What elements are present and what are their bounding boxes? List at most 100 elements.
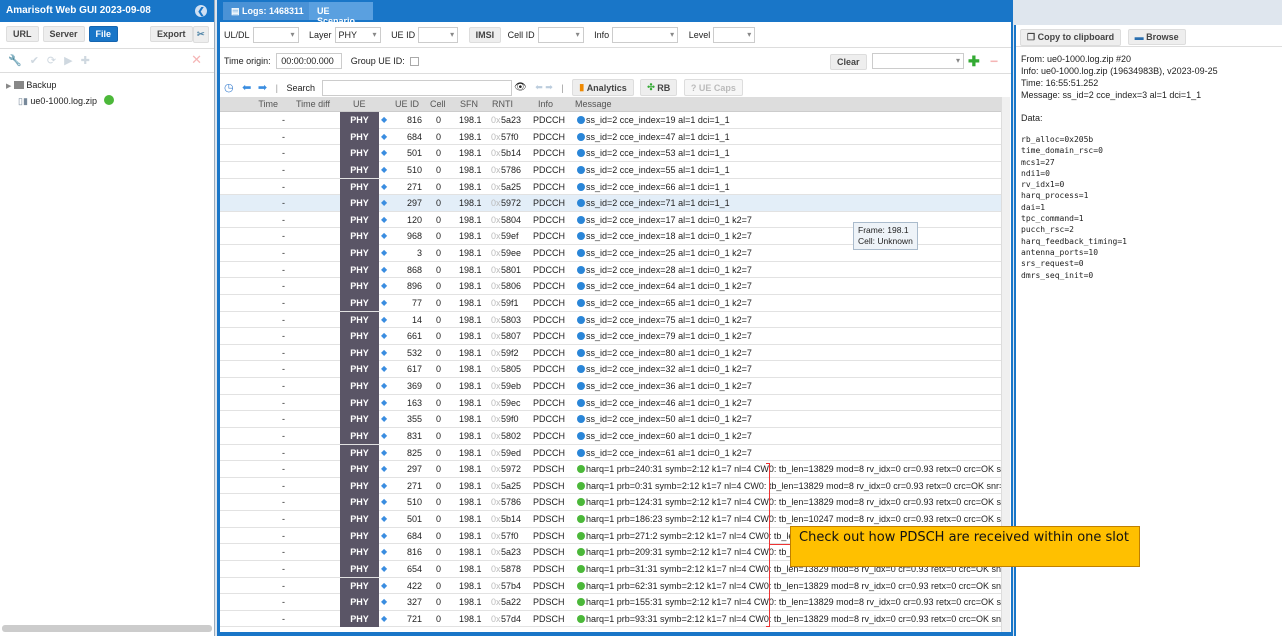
- cellid-select[interactable]: [537, 27, 584, 43]
- cell-cell: 0: [436, 480, 442, 491]
- play-icon[interactable]: ▶: [64, 55, 80, 67]
- collapse-icon[interactable]: ❮: [195, 5, 207, 17]
- tab-ue-scenario[interactable]: UE Scenario: [309, 2, 373, 26]
- col-ue[interactable]: UE: [353, 99, 366, 109]
- copy-icon: ❐: [1027, 32, 1036, 42]
- col-time[interactable]: Time: [258, 99, 278, 109]
- tab-logs[interactable]: ▤ Logs: 1468311: [223, 2, 318, 20]
- table-row[interactable]: - PHY 510 0 198.1 0x 5786 PDCCH ◆ ss_id=2 cce_ind…: [220, 161, 1002, 179]
- arrow-right-icon[interactable]: ➡: [258, 81, 267, 94]
- delete-icon[interactable]: ✕: [191, 52, 210, 68]
- col-cell[interactable]: Cell: [430, 99, 446, 109]
- message-text: ss_id=2 cce_index=75 al=1 dci=0_1 k2=7: [586, 314, 752, 325]
- browse-button[interactable]: ▬ Browse: [1127, 29, 1186, 45]
- data-field: harq_feedback_timing=1: [1021, 236, 1127, 246]
- url-button[interactable]: URL: [6, 26, 39, 42]
- time-origin-input[interactable]: 00:00:00.000: [276, 53, 343, 69]
- table-row[interactable]: - PHY 501 0 198.1 0x 5b14 PDCCH ◆ ss_id=2 cce_ind…: [220, 145, 1002, 162]
- info-cell: PDSCH: [533, 597, 565, 608]
- ue-id-cell: 297: [406, 464, 422, 475]
- col-time-diff[interactable]: Time diff: [296, 99, 330, 109]
- col-info[interactable]: Info: [538, 99, 553, 109]
- table-row[interactable]: - PHY 896 0 198.1 0x 5806 PDCCH ◆ ss_id=2 cce_ind…: [220, 278, 1002, 295]
- file-button[interactable]: File: [88, 26, 119, 42]
- info-cell: PDCCH: [533, 397, 566, 408]
- check-icon[interactable]: ✔: [30, 55, 47, 67]
- table-row[interactable]: - PHY 14 0 198.1 0x 5803 PDCCH ◆ ss_id=2 cce_inde…: [220, 311, 1002, 329]
- table-row[interactable]: - PHY 297 0 198.1 0x 5972 PDCCH ◆ ss_id=2 cce_ind…: [220, 195, 1002, 212]
- table-row[interactable]: - PHY 327 0 198.1 0x 5a22 PDSCH ◆ harq=1 prb=155:…: [220, 594, 1002, 611]
- table-row[interactable]: - PHY 825 0 198.1 0x 59ed PDCCH ◆ ss_id=2 cce_ind…: [220, 444, 1002, 462]
- next-match-icon[interactable]: ➡: [545, 82, 553, 93]
- table-row[interactable]: - PHY 721 0 198.1 0x 57d4 PDSCH ◆ harq=1 prb=93:3…: [220, 610, 1002, 628]
- table-row[interactable]: - PHY 163 0 198.1 0x 59ec PDCCH ◆ ss_id=2 cce_ind…: [220, 394, 1002, 412]
- wrench-icon[interactable]: 🔧: [8, 55, 30, 67]
- table-row[interactable]: - PHY 831 0 198.1 0x 5802 PDCCH ◆ ss_id=2 cce_ind…: [220, 427, 1002, 445]
- table-row[interactable]: - PHY 271 0 198.1 0x 5a25 PDSCH ◆ harq=1 prb=0:31…: [220, 477, 1002, 495]
- copy-to-clipboard-button[interactable]: ❐ Copy to clipboard: [1020, 29, 1122, 46]
- ue-id-cell: 501: [406, 148, 422, 159]
- analytics-button[interactable]: ▮ Analytics: [572, 79, 634, 97]
- rb-button[interactable]: ✣ RB: [640, 79, 678, 97]
- search-input[interactable]: [321, 79, 512, 96]
- uldl-select[interactable]: [252, 27, 299, 43]
- sfn-cell: 198.1: [459, 430, 482, 441]
- message-cell: harq=1 prb=62:31 symb=2:12 k1=7 nl=4 CW0…: [577, 578, 1001, 594]
- table-row[interactable]: - PHY 532 0 198.1 0x 59f2 PDCCH ◆ ss_id=2 cce_ind…: [220, 344, 1002, 362]
- settings-icon[interactable]: ✂: [193, 26, 209, 43]
- layer-select[interactable]: PHY: [334, 27, 381, 43]
- table-row[interactable]: - PHY 510 0 198.1 0x 5786 PDSCH ◆ harq=1 prb=124:…: [220, 494, 1002, 511]
- arrow-left-icon[interactable]: ⬅: [242, 81, 251, 94]
- rnti-cell: 59ef: [501, 231, 519, 242]
- binoculars-icon[interactable]: 👁: [514, 82, 527, 93]
- expand-icon[interactable]: ▶: [6, 83, 11, 90]
- table-row[interactable]: - PHY 868 0 198.1 0x 5801 PDCCH ◆ ss_id=2 cce_ind…: [220, 261, 1002, 279]
- ue-id-cell: 77: [411, 297, 422, 308]
- refresh-icon[interactable]: ⟳: [47, 55, 64, 67]
- ue-id-cell: 816: [406, 115, 422, 125]
- add-icon[interactable]: ✚: [968, 53, 980, 70]
- ue-badge: PHY: [340, 427, 379, 445]
- col-message[interactable]: Message: [575, 99, 612, 109]
- col-sfn[interactable]: SFN: [460, 99, 478, 109]
- col-ue-id[interactable]: UE ID: [395, 99, 419, 109]
- horizontal-scrollbar[interactable]: [2, 625, 212, 632]
- info-select[interactable]: [612, 27, 679, 43]
- clock-icon[interactable]: ◷: [224, 81, 234, 94]
- table-row[interactable]: - PHY 77 0 198.1 0x 59f1 PDCCH ◆ ss_id=2 cce_inde…: [220, 294, 1002, 312]
- cell-cell: 0: [436, 397, 442, 408]
- cell-cell: 0: [436, 414, 442, 425]
- ue-badge: PHY: [340, 361, 379, 378]
- ue-caps-button[interactable]: ? UE Caps: [683, 79, 743, 96]
- table-row[interactable]: - PHY 684 0 198.1 0x 57f0 PDCCH ◆ ss_id=2 cce_ind…: [220, 128, 1002, 146]
- server-button[interactable]: Server: [42, 26, 85, 42]
- level-select[interactable]: [713, 27, 756, 43]
- export-button[interactable]: Export: [150, 26, 193, 42]
- tree-item-log-file[interactable]: ▯▮ ue0-1000.log.zip: [6, 93, 208, 109]
- table-row[interactable]: - PHY 617 0 198.1 0x 5805 PDCCH ◆ ss_id=2 cce_ind…: [220, 361, 1002, 378]
- message-cell: harq=1 prb=155:31 symb=2:12 k1=7 nl=4 CW…: [577, 594, 1001, 610]
- remove-icon[interactable]: −: [990, 53, 998, 69]
- group-ueid-checkbox[interactable]: [410, 56, 420, 66]
- imsi-button[interactable]: IMSI: [468, 27, 502, 43]
- table-row[interactable]: - PHY 661 0 198.1 0x 5807 PDCCH ◆ ss_id=2 cce_ind…: [220, 328, 1002, 345]
- col-rnti[interactable]: RNTI: [492, 99, 513, 109]
- table-row[interactable]: - PHY 369 0 198.1 0x 59eb PDCCH ◆ ss_id=2 cce_ind…: [220, 378, 1002, 395]
- tree-item-backup[interactable]: ▶ Backup: [6, 77, 208, 93]
- info-cell: PDCCH: [533, 314, 566, 325]
- table-row[interactable]: - PHY 271 0 198.1 0x 5a25 PDCCH ◆ ss_id=2 cce_ind…: [220, 178, 1002, 196]
- add-icon[interactable]: ✚: [81, 55, 98, 67]
- filter-preset-select[interactable]: [872, 53, 964, 69]
- col-time-cell: -: [282, 347, 285, 358]
- copy-label: Copy to clipboard: [1037, 32, 1115, 42]
- info-cell: PDSCH: [533, 514, 565, 524]
- table-row[interactable]: - PHY 816 0 198.1 0x 5a23 PDCCH ◆ ss_id=2 cce_ind…: [220, 112, 1002, 129]
- prev-match-icon[interactable]: ⬅: [535, 82, 543, 93]
- ueid-select[interactable]: [418, 27, 459, 43]
- table-row[interactable]: - PHY 422 0 198.1 0x 57b4 PDSCH ◆ harq=1 prb=62:3…: [220, 577, 1002, 595]
- direction-icon: ◆: [381, 297, 388, 307]
- table-row[interactable]: - PHY 297 0 198.1 0x 5972 PDSCH ◆ harq=1 prb=240:…: [220, 461, 1002, 478]
- message-cell: ss_id=2 cce_index=28 al=1 dci=0_1 k2=7: [577, 262, 1001, 278]
- clear-button[interactable]: Clear: [830, 54, 867, 70]
- table-row[interactable]: - PHY 355 0 198.1 0x 59f0 PDCCH ◆ ss_id=2 cce_ind…: [220, 411, 1002, 428]
